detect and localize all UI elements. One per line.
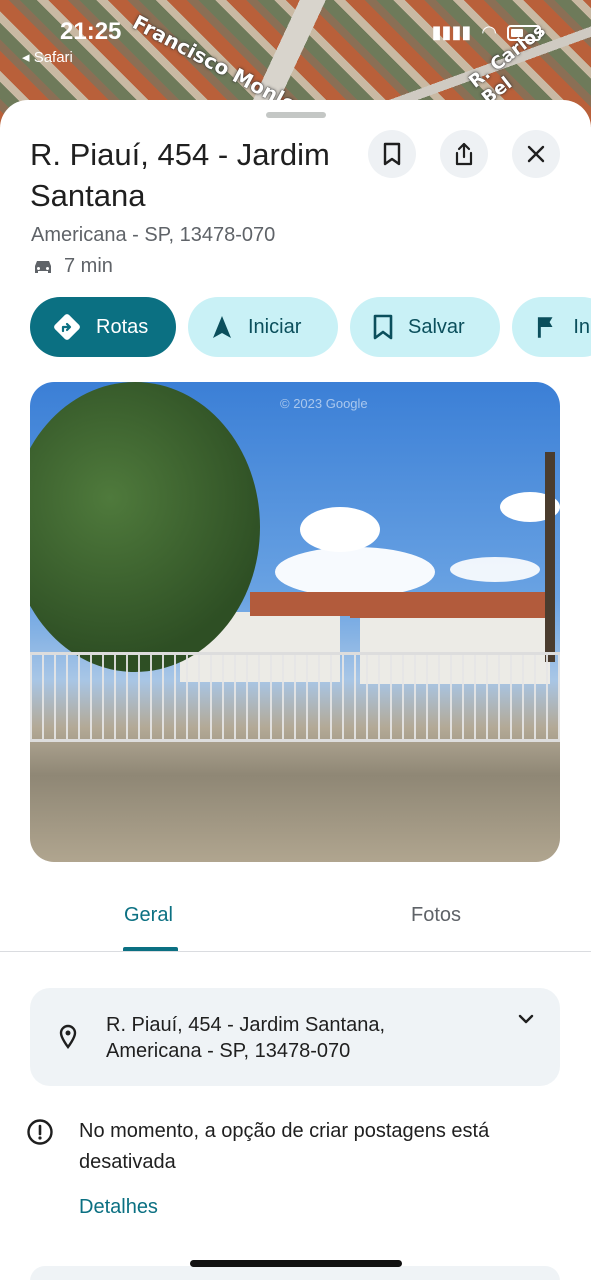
action-chips: Rotas Iniciar Salvar In: [30, 297, 591, 357]
save-bookmark-button[interactable]: [368, 130, 416, 178]
cloud: [275, 547, 435, 597]
status-icons: ▮▮▮▮ ◠: [432, 22, 541, 43]
address-text: R. Piauí, 454 - Jardim Santana, American…: [106, 1012, 506, 1064]
location-pin-icon: [59, 1024, 77, 1049]
bookmark-icon: [383, 142, 401, 166]
signal-icon: ▮▮▮▮: [431, 22, 472, 42]
status-time: 21:25: [60, 18, 122, 45]
drive-time: 7 min: [32, 255, 113, 278]
house-roof: [250, 592, 360, 616]
close-icon: [527, 145, 545, 163]
next-card-peek: [30, 1266, 560, 1280]
status-bar: 21:25 ◂ Safari ▮▮▮▮ ◠: [0, 18, 591, 68]
navigation-icon: [213, 316, 231, 338]
address-card[interactable]: R. Piauí, 454 - Jardim Santana, American…: [30, 988, 560, 1086]
bookmark-icon: [373, 314, 393, 340]
flag-button[interactable]: In: [512, 297, 591, 357]
fence: [30, 652, 560, 742]
directions-button[interactable]: Rotas: [30, 297, 176, 357]
cloud: [450, 557, 540, 582]
back-app-label: Safari: [33, 49, 73, 66]
save-button[interactable]: Salvar: [350, 297, 500, 357]
flag-icon: [537, 317, 553, 338]
notice-text: No momento, a opção de criar postagens e…: [79, 1120, 490, 1173]
save-label: Salvar: [408, 315, 465, 338]
place-sheet: R. Piauí, 454 - Jardim Santana Americana…: [0, 100, 591, 1280]
sheet-grabber[interactable]: [266, 112, 326, 118]
flag-label: In: [573, 315, 590, 338]
alert-icon: [27, 1119, 53, 1145]
tab-fotos[interactable]: Fotos: [411, 904, 461, 927]
close-button[interactable]: [512, 130, 560, 178]
tab-bar: Geral Fotos: [0, 890, 591, 952]
start-button[interactable]: Iniciar: [188, 297, 338, 357]
drive-time-label: 7 min: [64, 255, 113, 277]
address-line-1: R. Piauí, 454 - Jardim Santana,: [106, 1014, 386, 1036]
directions-icon: [54, 314, 80, 340]
share-button[interactable]: [440, 130, 488, 178]
back-to-app-link[interactable]: ◂ Safari: [22, 48, 73, 66]
tab-geral[interactable]: Geral: [124, 904, 173, 927]
house-roof: [350, 592, 550, 618]
cloud: [300, 507, 380, 552]
share-icon: [455, 142, 473, 166]
details-link[interactable]: Detalhes: [79, 1196, 158, 1219]
directions-label: Rotas: [96, 315, 149, 338]
active-tab-indicator: [123, 947, 178, 951]
car-icon: [35, 260, 51, 273]
home-indicator: [190, 1260, 402, 1267]
place-title: R. Piauí, 454 - Jardim Santana: [30, 137, 330, 213]
place-subtitle: Americana - SP, 13478-070: [31, 224, 276, 246]
chevron-down-icon: [518, 1014, 534, 1024]
battery-icon: [507, 24, 541, 41]
wifi-icon: ◠: [481, 22, 497, 42]
street-view-photo[interactable]: © 2023 Google: [30, 382, 560, 862]
photo-watermark: © 2023 Google: [280, 396, 368, 411]
start-label: Iniciar: [248, 315, 302, 338]
address-line-2: Americana - SP, 13478-070: [106, 1040, 351, 1062]
utility-pole: [545, 452, 555, 662]
